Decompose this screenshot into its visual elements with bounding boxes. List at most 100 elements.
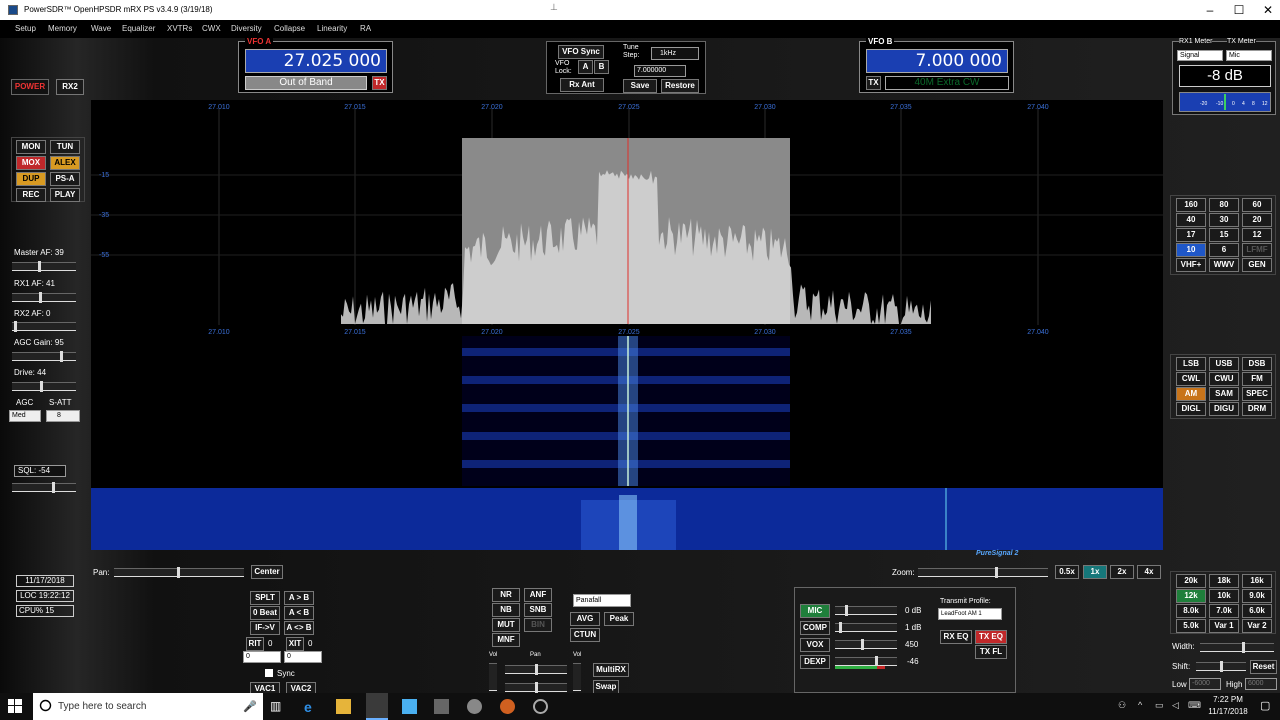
band-15-button[interactable]: 15 — [1209, 228, 1239, 242]
mic-slider[interactable] — [835, 605, 897, 616]
peak-button[interactable]: Peak — [604, 612, 634, 626]
restore-button[interactable]: Restore — [661, 79, 699, 93]
band-160-button[interactable]: 160 — [1176, 198, 1206, 212]
tune-step-select[interactable]: 1kHz — [651, 47, 699, 60]
xit-button[interactable]: XIT — [286, 637, 304, 651]
slider-knob[interactable] — [839, 622, 842, 633]
taskbar-search[interactable]: Type here to search 🎤 — [33, 693, 263, 720]
a-swap-b-button[interactable]: A <> B — [284, 621, 314, 635]
rx1-af-slider[interactable] — [12, 292, 76, 303]
tray-chevron-icon[interactable]: ^ — [1138, 700, 1142, 710]
filter-var2-button[interactable]: Var 2 — [1242, 619, 1272, 633]
filter-5k-button[interactable]: 5.0k — [1176, 619, 1206, 633]
app-icon-2[interactable] — [467, 699, 482, 714]
vfo-a-frequency[interactable]: 27.025 000 — [245, 49, 387, 73]
rx2-button[interactable]: RX2 — [56, 79, 84, 95]
menu-wave[interactable]: Wave — [91, 24, 111, 33]
s-att-stepper[interactable]: 8 — [46, 410, 80, 422]
vfo-a-tx-button[interactable]: TX — [372, 76, 387, 90]
close-button[interactable]: ✕ — [1252, 0, 1280, 20]
tun-button[interactable]: TUN — [50, 140, 80, 154]
band-40-button[interactable]: 40 — [1176, 213, 1206, 227]
people-icon[interactable]: ⚇ — [1118, 700, 1126, 711]
file-explorer-icon[interactable] — [336, 699, 351, 714]
display-mode-select[interactable]: Panafall — [573, 594, 631, 607]
band-lfmf-button[interactable]: LFMF — [1242, 243, 1272, 257]
zoom-slider[interactable] — [918, 567, 1048, 578]
avg-button[interactable]: AVG — [570, 612, 600, 626]
windows-start-icon[interactable] — [8, 699, 23, 714]
snb-button[interactable]: SNB — [524, 603, 552, 617]
mode-dsb-button[interactable]: DSB — [1242, 357, 1272, 371]
calculator-icon[interactable] — [402, 699, 417, 714]
notifications-icon[interactable]: ▢ — [1260, 699, 1270, 712]
anf-button[interactable]: ANF — [524, 588, 552, 602]
power-button[interactable]: POWER — [11, 79, 49, 95]
tx-fl-button[interactable]: TX FL — [975, 645, 1007, 659]
vfo-lock-a-button[interactable]: A — [578, 60, 593, 74]
comp-button[interactable]: COMP — [800, 621, 830, 635]
panadapter-display[interactable]: 27.010 27.015 27.020 27.025 27.030 27.035 27.0… — [91, 100, 1163, 550]
rx2-pan-slider[interactable] — [505, 682, 567, 693]
menu-setup[interactable]: Setup — [15, 24, 36, 33]
band-wwv-button[interactable]: WWV — [1209, 258, 1239, 272]
mode-cwu-button[interactable]: CWU — [1209, 372, 1239, 386]
rx1-meter-select[interactable]: Signal — [1177, 50, 1223, 61]
vox-button[interactable]: VOX — [800, 638, 830, 652]
squelch-slider[interactable] — [12, 482, 76, 493]
rit-stepper[interactable]: 0 — [243, 651, 281, 663]
rit-button[interactable]: RIT — [246, 637, 264, 651]
rx-ant-button[interactable]: Rx Ant — [560, 78, 604, 92]
input-icon[interactable]: ⌨ — [1188, 700, 1201, 711]
vfo-b-frequency[interactable]: 7.000 000 — [866, 49, 1008, 73]
filter-20k-button[interactable]: 20k — [1176, 574, 1206, 588]
slider-knob[interactable] — [39, 292, 42, 303]
nb-button[interactable]: NB — [492, 603, 520, 617]
filter-12k-button[interactable]: 12k — [1176, 589, 1206, 603]
menu-xvtrs[interactable]: XVTRs — [167, 24, 192, 33]
slider-knob[interactable] — [1242, 642, 1245, 653]
slider-knob[interactable] — [60, 351, 63, 362]
dexp-button[interactable]: DEXP — [800, 655, 830, 669]
slider-knob[interactable] — [38, 261, 41, 272]
mode-lsb-button[interactable]: LSB — [1176, 357, 1206, 371]
vox-slider[interactable] — [835, 639, 897, 650]
slider-knob[interactable] — [1220, 661, 1223, 672]
sync-checkbox[interactable] — [265, 669, 273, 677]
zero-beat-button[interactable]: 0 Beat — [250, 606, 280, 620]
slider-knob[interactable] — [535, 664, 538, 675]
slider-knob[interactable] — [995, 567, 998, 578]
filter-6k-button[interactable]: 6.0k — [1242, 604, 1272, 618]
ps-a-button[interactable]: PS-A — [50, 172, 80, 186]
rx1-pan-slider[interactable] — [505, 664, 567, 675]
edge-browser-icon[interactable]: e — [304, 699, 319, 715]
zoom-1x-button[interactable]: 1x — [1083, 565, 1107, 579]
app-icon-1[interactable] — [434, 699, 449, 714]
mode-cwl-button[interactable]: CWL — [1176, 372, 1206, 386]
filter-8k-button[interactable]: 8.0k — [1176, 604, 1206, 618]
dup-button[interactable]: DUP — [16, 172, 46, 186]
mox-button[interactable]: MOX — [16, 156, 46, 170]
maximize-button[interactable]: ☐ — [1223, 0, 1255, 20]
slider-knob[interactable] — [52, 482, 55, 493]
mnf-button[interactable]: MNF — [492, 633, 520, 647]
drive-slider[interactable] — [12, 381, 76, 392]
tx-meter-select[interactable]: Mic — [1226, 50, 1272, 61]
app-icon-3[interactable] — [500, 699, 515, 714]
agc-mode-select[interactable]: Med — [9, 410, 41, 422]
split-button[interactable]: SPLT — [250, 591, 280, 605]
mode-spec-button[interactable]: SPEC — [1242, 387, 1272, 401]
width-slider[interactable] — [1200, 642, 1274, 653]
rx1-volume-slider[interactable] — [489, 663, 497, 691]
band-17-button[interactable]: 17 — [1176, 228, 1206, 242]
mode-digl-button[interactable]: DIGL — [1176, 402, 1206, 416]
transmit-profile-select[interactable]: LeadFoot AM 1 — [938, 608, 1002, 620]
vfo-lock-b-button[interactable]: B — [594, 60, 609, 74]
rx-eq-button[interactable]: RX EQ — [940, 630, 972, 644]
xit-stepper[interactable]: 0 — [284, 651, 322, 663]
zoom-2x-button[interactable]: 2x — [1110, 565, 1134, 579]
microphone-icon[interactable]: 🎤 — [243, 700, 257, 713]
band-30-button[interactable]: 30 — [1209, 213, 1239, 227]
menu-memory[interactable]: Memory — [48, 24, 77, 33]
filter-10k-button[interactable]: 10k — [1209, 589, 1239, 603]
